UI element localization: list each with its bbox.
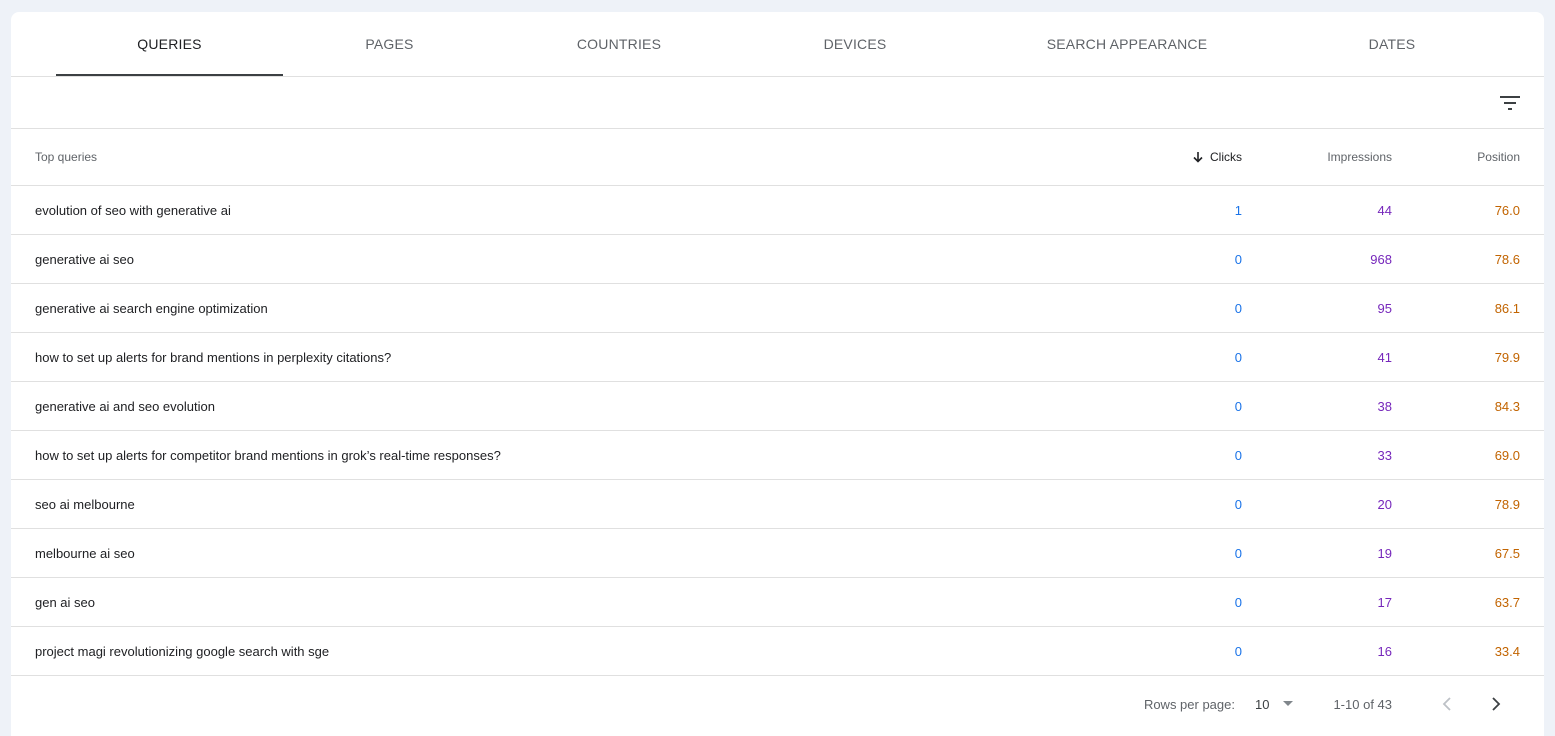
query-cell: how to set up alerts for brand mentions … [35, 349, 392, 365]
query-cell: melbourne ai seo [35, 545, 135, 561]
performance-card: QUERIES PAGES COUNTRIES DEVICES SEARCH A… [11, 12, 1544, 736]
clicks-cell: 0 [1234, 447, 1242, 463]
query-cell: generative ai search engine optimization [35, 300, 268, 316]
impressions-cell: 44 [1377, 202, 1392, 218]
query-cell: gen ai seo [35, 594, 95, 610]
impressions-cell: 17 [1377, 594, 1392, 610]
tab-countries[interactable]: COUNTRIES [496, 12, 742, 76]
rows-per-page-label: Rows per page: [1143, 696, 1235, 712]
clicks-cell: 0 [1234, 349, 1242, 365]
tab-devices[interactable]: DEVICES [742, 12, 968, 76]
previous-page-button[interactable] [1435, 676, 1459, 732]
next-page-button[interactable] [1484, 676, 1508, 732]
table-row[interactable]: gen ai seo 0 17 63.7 [11, 578, 1544, 627]
position-cell: 69.0 [1494, 447, 1520, 463]
table-row[interactable]: seo ai melbourne 0 20 78.9 [11, 480, 1544, 529]
header-clicks-label: Clicks [1210, 150, 1242, 164]
rows-per-page-select[interactable]: 10 [1255, 676, 1303, 732]
tab-pages[interactable]: PAGES [283, 12, 496, 76]
chevron-left-icon [1442, 697, 1451, 711]
position-cell: 78.9 [1494, 496, 1520, 512]
filter-button[interactable] [1496, 89, 1524, 117]
table-row[interactable]: melbourne ai seo 0 19 67.5 [11, 529, 1544, 578]
filter-bar [11, 77, 1544, 129]
impressions-cell: 968 [1370, 251, 1392, 267]
table-row[interactable]: generative ai seo 0 968 78.6 [11, 235, 1544, 284]
position-cell: 33.4 [1494, 643, 1520, 659]
tab-search-appearance[interactable]: SEARCH APPEARANCE [968, 12, 1286, 76]
position-cell: 67.5 [1494, 545, 1520, 561]
table-row[interactable]: generative ai and seo evolution 0 38 84.… [11, 382, 1544, 431]
query-cell: project magi revolutionizing google sear… [35, 643, 330, 659]
query-cell: generative ai and seo evolution [35, 398, 215, 414]
position-cell: 78.6 [1494, 251, 1520, 267]
impressions-cell: 16 [1377, 643, 1392, 659]
clicks-cell: 0 [1234, 545, 1242, 561]
pagination-bar: Rows per page: 10 1-10 of 43 [11, 676, 1544, 736]
query-cell: evolution of seo with generative ai [35, 202, 231, 218]
impressions-cell: 38 [1377, 398, 1392, 414]
impressions-cell: 95 [1377, 300, 1392, 316]
clicks-cell: 0 [1234, 300, 1242, 316]
clicks-cell: 0 [1234, 496, 1242, 512]
header-position[interactable]: Position [1477, 129, 1520, 185]
arrow-down-icon [1192, 151, 1204, 163]
header-clicks[interactable]: Clicks [1192, 129, 1242, 185]
table-body: evolution of seo with generative ai 1 44… [11, 186, 1544, 676]
rows-per-page-value: 10 [1255, 696, 1270, 712]
tab-queries[interactable]: QUERIES [56, 12, 283, 76]
position-cell: 79.9 [1494, 349, 1520, 365]
dimension-tabs: QUERIES PAGES COUNTRIES DEVICES SEARCH A… [11, 12, 1544, 77]
header-impressions[interactable]: Impressions [1327, 129, 1392, 185]
clicks-cell: 0 [1234, 251, 1242, 267]
query-cell: how to set up alerts for competitor bran… [35, 447, 501, 463]
query-cell: seo ai melbourne [35, 496, 135, 512]
tab-dates[interactable]: DATES [1286, 12, 1498, 76]
pagination-range: 1-10 of 43 [1333, 696, 1392, 712]
table-row[interactable]: generative ai search engine optimization… [11, 284, 1544, 333]
impressions-cell: 19 [1377, 545, 1392, 561]
clicks-cell: 0 [1234, 643, 1242, 659]
position-cell: 76.0 [1494, 202, 1520, 218]
query-cell: generative ai seo [35, 251, 135, 267]
chevron-right-icon [1492, 697, 1501, 711]
table-header: Top queries Clicks Impressions Position [11, 129, 1544, 186]
clicks-cell: 1 [1234, 202, 1242, 218]
filter-icon [1500, 96, 1520, 110]
position-cell: 84.3 [1494, 398, 1520, 414]
clicks-cell: 0 [1234, 398, 1242, 414]
position-cell: 86.1 [1494, 300, 1520, 316]
impressions-cell: 20 [1377, 496, 1392, 512]
header-top-queries: Top queries [35, 150, 98, 164]
impressions-cell: 41 [1377, 349, 1392, 365]
clicks-cell: 0 [1234, 594, 1242, 610]
table-row[interactable]: project magi revolutionizing google sear… [11, 627, 1544, 676]
impressions-cell: 33 [1377, 447, 1392, 463]
table-row[interactable]: how to set up alerts for brand mentions … [11, 333, 1544, 382]
table-row[interactable]: evolution of seo with generative ai 1 44… [11, 186, 1544, 235]
table-row[interactable]: how to set up alerts for competitor bran… [11, 431, 1544, 480]
caret-down-icon [1283, 701, 1294, 707]
position-cell: 63.7 [1494, 594, 1520, 610]
